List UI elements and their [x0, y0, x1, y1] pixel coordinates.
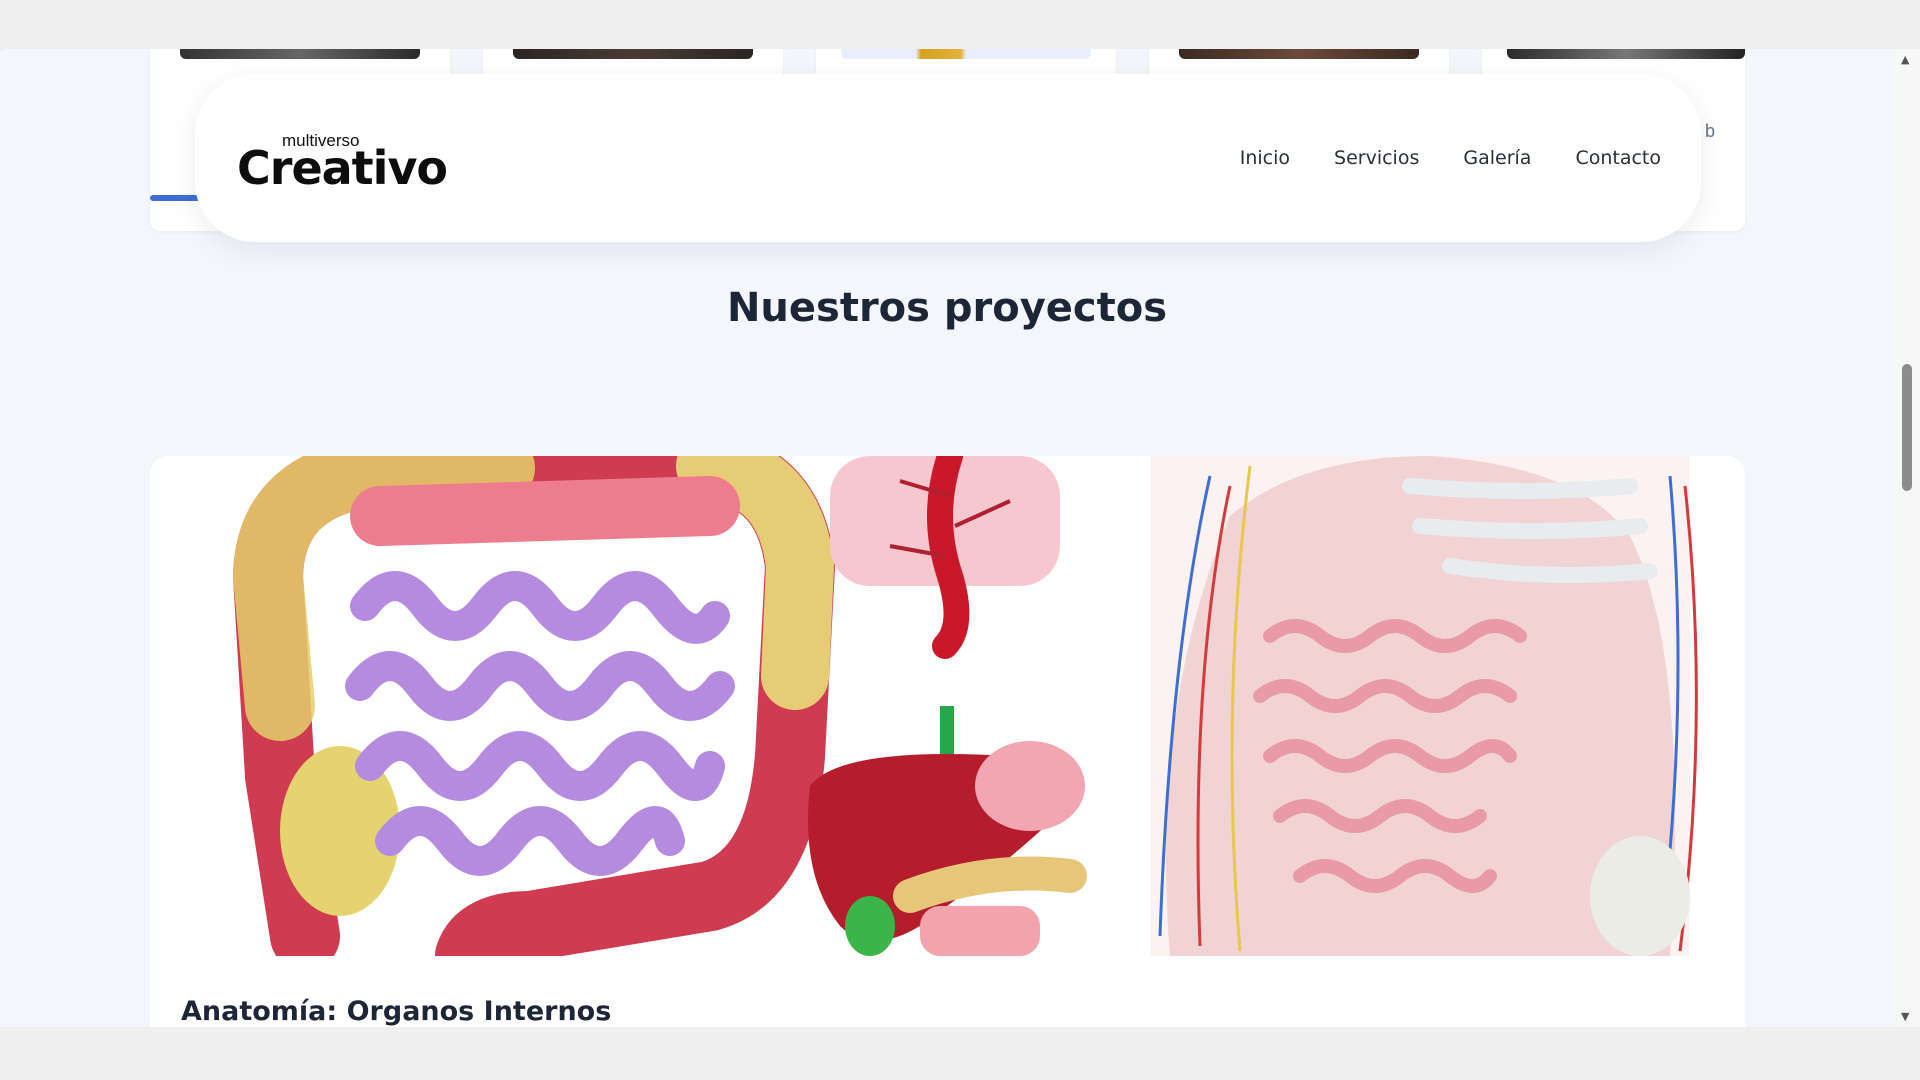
card-thumbnail — [180, 49, 420, 59]
project-card[interactable]: Anatomía: Organos Internos — [150, 456, 1745, 1027]
card-peek-text: b — [1704, 121, 1715, 141]
site-header: multiverso Creativo Inicio Servicios Gal… — [195, 74, 1701, 242]
card-thumbnail — [1507, 49, 1745, 59]
card-thumbnail — [513, 49, 753, 59]
carousel-progress-indicator — [150, 195, 202, 201]
window-bottom-band — [0, 1027, 1920, 1080]
logo-big-text: Creativo — [237, 141, 448, 195]
nav-link-servicios[interactable]: Servicios — [1334, 147, 1419, 169]
scroll-down-arrow-icon[interactable]: ▼ — [1901, 1010, 1909, 1023]
card-thumbnail — [841, 49, 1091, 59]
card-thumbnail — [1179, 49, 1419, 59]
section-title: Nuestros proyectos — [726, 285, 1168, 331]
site-logo[interactable]: multiverso Creativo — [237, 123, 477, 195]
nav-link-contacto[interactable]: Contacto — [1575, 147, 1661, 169]
nav-link-inicio[interactable]: Inicio — [1240, 147, 1290, 169]
nav-link-galeria[interactable]: Galería — [1463, 147, 1531, 169]
vertical-scrollbar[interactable]: ▲ ▼ — [1894, 49, 1920, 1027]
main-nav: Inicio Servicios Galería Contacto — [1240, 147, 1661, 169]
project-title: Anatomía: Organos Internos — [181, 996, 612, 1027]
scrollbar-thumb[interactable] — [1902, 364, 1912, 491]
page-viewport: b multiverso Creativo Inicio Servicios G… — [0, 49, 1920, 1027]
anatomy-illustration — [150, 456, 1745, 956]
scroll-up-arrow-icon[interactable]: ▲ — [1901, 53, 1909, 66]
project-image — [150, 456, 1745, 956]
